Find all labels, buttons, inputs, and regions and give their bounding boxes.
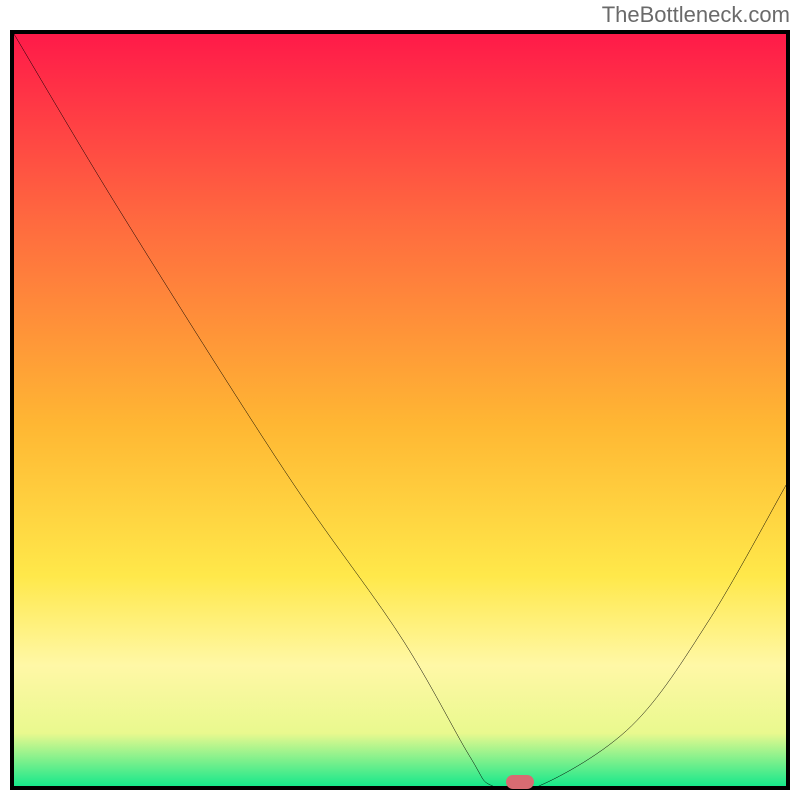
watermark-text: TheBottleneck.com	[602, 2, 790, 28]
optimal-point-marker	[506, 775, 534, 789]
plot-frame	[10, 30, 790, 790]
chart-container: TheBottleneck.com	[0, 0, 800, 800]
plot-area	[14, 34, 786, 786]
bottleneck-curve	[14, 34, 786, 786]
